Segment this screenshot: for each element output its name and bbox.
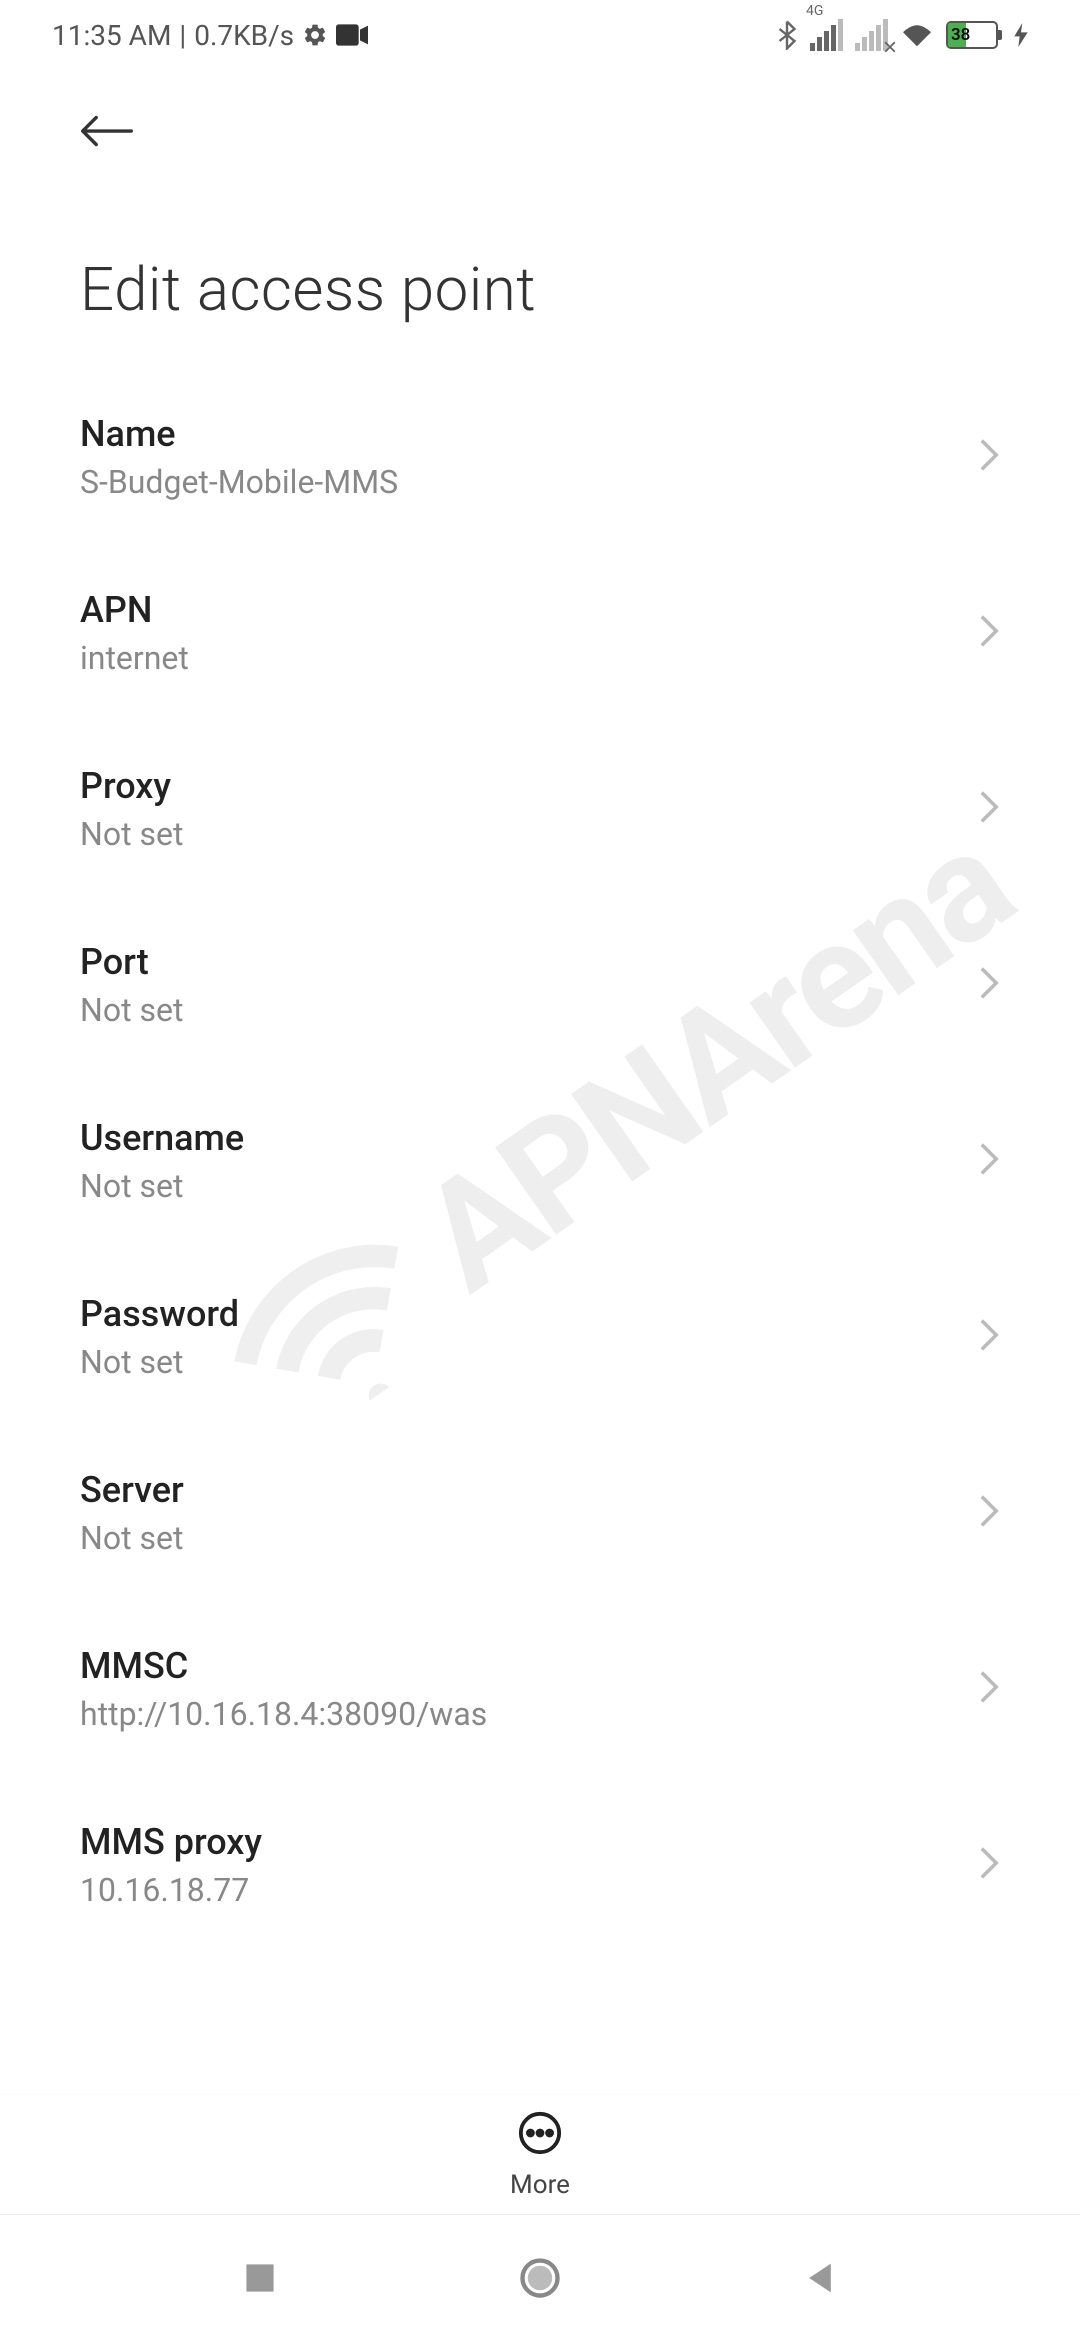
status-bar: 11:35 AM | 0.7KB/s 4G (0, 0, 1080, 70)
charging-icon (1010, 23, 1028, 47)
settings-list: APNArena Name S-Budget-Mobile-MMS APN in… (0, 369, 1080, 2125)
setting-value: Not set (80, 1343, 239, 1381)
gear-icon (302, 22, 328, 48)
camera-icon (336, 24, 368, 46)
setting-row-server[interactable]: Server Not set (80, 1425, 1000, 1601)
chevron-right-icon (978, 437, 1000, 477)
status-time: 11:35 AM (52, 19, 171, 52)
setting-row-mmsc[interactable]: MMSC http://10.16.18.4:38090/was (80, 1601, 1000, 1777)
more-icon (517, 2110, 563, 2160)
setting-row-apn[interactable]: APN internet (80, 545, 1000, 721)
setting-row-mms-proxy[interactable]: MMS proxy 10.16.18.77 (80, 1777, 1000, 1953)
setting-label: APN (80, 589, 189, 631)
nav-back-button[interactable] (797, 2255, 843, 2301)
nav-recents-button[interactable] (237, 2255, 283, 2301)
setting-value: internet (80, 639, 189, 677)
setting-value: Not set (80, 1167, 244, 1205)
page-title: Edit access point (0, 174, 1080, 369)
setting-value: Not set (80, 1519, 184, 1557)
chevron-right-icon (978, 965, 1000, 1005)
status-data-rate: 0.7KB/s (194, 19, 294, 52)
setting-label: Password (80, 1293, 239, 1335)
signal-sim2-icon (855, 19, 888, 51)
setting-label: MMSC (80, 1645, 487, 1687)
chevron-right-icon (978, 1317, 1000, 1357)
android-nav-bar (0, 2214, 1080, 2340)
more-label: More (510, 2170, 570, 2200)
bluetooth-icon (776, 20, 798, 50)
back-button[interactable] (80, 135, 134, 154)
chevron-right-icon (978, 1493, 1000, 1533)
setting-row-proxy[interactable]: Proxy Not set (80, 721, 1000, 897)
setting-label: Username (80, 1117, 244, 1159)
setting-label: MMS proxy (80, 1821, 262, 1863)
chevron-right-icon (978, 613, 1000, 653)
setting-row-port[interactable]: Port Not set (80, 897, 1000, 1073)
setting-value: http://10.16.18.4:38090/was (80, 1695, 487, 1733)
chevron-right-icon (978, 1141, 1000, 1181)
setting-row-name[interactable]: Name S-Budget-Mobile-MMS (80, 369, 1000, 545)
setting-label: Proxy (80, 765, 183, 807)
setting-label: Port (80, 941, 183, 983)
battery-icon: 38 (946, 21, 998, 49)
chevron-right-icon (978, 1845, 1000, 1885)
setting-value: Not set (80, 991, 183, 1029)
setting-value: 10.16.18.77 (80, 1871, 262, 1909)
status-divider: | (179, 19, 186, 52)
setting-label: Name (80, 413, 398, 455)
setting-label: Server (80, 1469, 184, 1511)
header-bar (0, 70, 1080, 174)
setting-row-username[interactable]: Username Not set (80, 1073, 1000, 1249)
signal-sim1-icon: 4G (810, 19, 843, 51)
wifi-icon (900, 21, 934, 49)
chevron-right-icon (978, 1669, 1000, 1709)
nav-home-button[interactable] (517, 2255, 563, 2301)
setting-value: Not set (80, 815, 183, 853)
chevron-right-icon (978, 789, 1000, 829)
more-button[interactable]: More (0, 2094, 1080, 2214)
setting-row-password[interactable]: Password Not set (80, 1249, 1000, 1425)
setting-value: S-Budget-Mobile-MMS (80, 463, 398, 501)
